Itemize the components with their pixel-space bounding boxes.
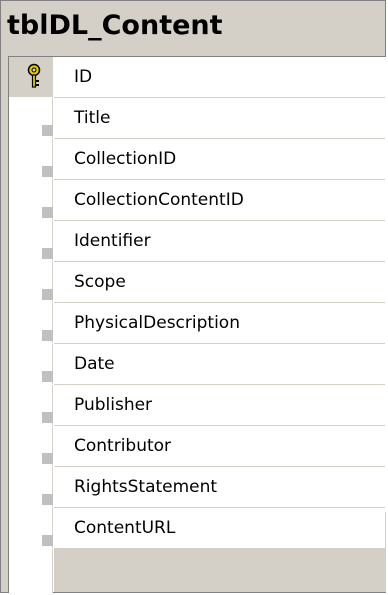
column-grid: ID Title CollectionID CollectionContentI… (8, 56, 386, 593)
row-selector[interactable] (9, 221, 53, 261)
column-name-cell[interactable]: Contributor (54, 426, 385, 467)
column-name-cell[interactable]: PhysicalDescription (54, 303, 385, 344)
column-name-cell[interactable]: CollectionContentID (54, 180, 385, 221)
column-name-cell[interactable]: RightsStatement (54, 467, 385, 508)
row-selector[interactable] (9, 467, 53, 507)
column-row-title[interactable]: Title (9, 98, 386, 139)
row-selector-marker (42, 330, 53, 341)
column-name: Publisher (74, 395, 153, 415)
table-title: tblDL_Content (7, 10, 223, 41)
column-name: CollectionContentID (74, 190, 244, 210)
column-name: ContentURL (74, 518, 176, 538)
column-row-physicaldescription[interactable]: PhysicalDescription (9, 303, 386, 344)
row-selector[interactable] (9, 98, 53, 138)
column-row-identifier[interactable]: Identifier (9, 221, 386, 262)
row-selector-marker (42, 289, 53, 300)
column-row-contenturl[interactable]: ContentURL (9, 508, 386, 549)
row-selector[interactable] (9, 385, 53, 425)
row-selector[interactable] (9, 508, 53, 548)
table-window[interactable]: tblDL_Content ID Title CollectionID Coll… (0, 0, 386, 593)
row-selector-marker (42, 166, 53, 177)
row-selector[interactable] (9, 262, 53, 302)
row-selector[interactable] (9, 344, 53, 384)
column-row-date[interactable]: Date (9, 344, 386, 385)
row-selector-marker (42, 494, 53, 505)
column-row-scope[interactable]: Scope (9, 262, 386, 303)
row-selector-marker (42, 248, 53, 259)
column-name: RightsStatement (74, 477, 218, 497)
column-name-cell[interactable]: ContentURL (54, 508, 385, 549)
row-selector-marker (42, 125, 53, 136)
column-row-collectioncontentid[interactable]: CollectionContentID (9, 180, 386, 221)
column-row-rightsstatement[interactable]: RightsStatement (9, 467, 386, 508)
key-icon (27, 63, 41, 88)
column-name: CollectionID (74, 149, 177, 169)
column-row-collectionid[interactable]: CollectionID (9, 139, 386, 180)
row-selector-marker (42, 412, 53, 423)
row-selector-marker (42, 207, 53, 218)
column-row-contributor[interactable]: Contributor (9, 426, 386, 467)
row-selector-marker (42, 371, 53, 382)
column-name: Title (74, 108, 111, 128)
column-name-cell[interactable]: Publisher (54, 385, 385, 426)
row-selector[interactable] (9, 180, 53, 220)
empty-row-selector[interactable] (9, 549, 53, 593)
row-selector-marker (42, 453, 53, 464)
column-name-cell[interactable]: Scope (54, 262, 385, 303)
column-name-cell[interactable]: CollectionID (54, 139, 385, 180)
row-selector[interactable] (9, 139, 53, 179)
row-selector[interactable] (9, 57, 53, 97)
row-selector-marker (42, 535, 53, 546)
column-name: PhysicalDescription (74, 313, 240, 333)
column-name: Contributor (74, 436, 172, 456)
column-row-publisher[interactable]: Publisher (9, 385, 386, 426)
column-name: Identifier (74, 231, 151, 251)
column-name: ID (74, 67, 93, 87)
row-selector[interactable] (9, 303, 53, 343)
column-name-cell[interactable]: Date (54, 344, 385, 385)
column-name: Scope (74, 272, 126, 292)
column-row-id[interactable]: ID (9, 57, 386, 98)
column-name-cell[interactable]: Identifier (54, 221, 385, 262)
column-name-cell[interactable]: Title (54, 98, 385, 139)
row-selector[interactable] (9, 426, 53, 466)
column-name: Date (74, 354, 115, 374)
column-name-cell[interactable]: ID (54, 57, 385, 98)
